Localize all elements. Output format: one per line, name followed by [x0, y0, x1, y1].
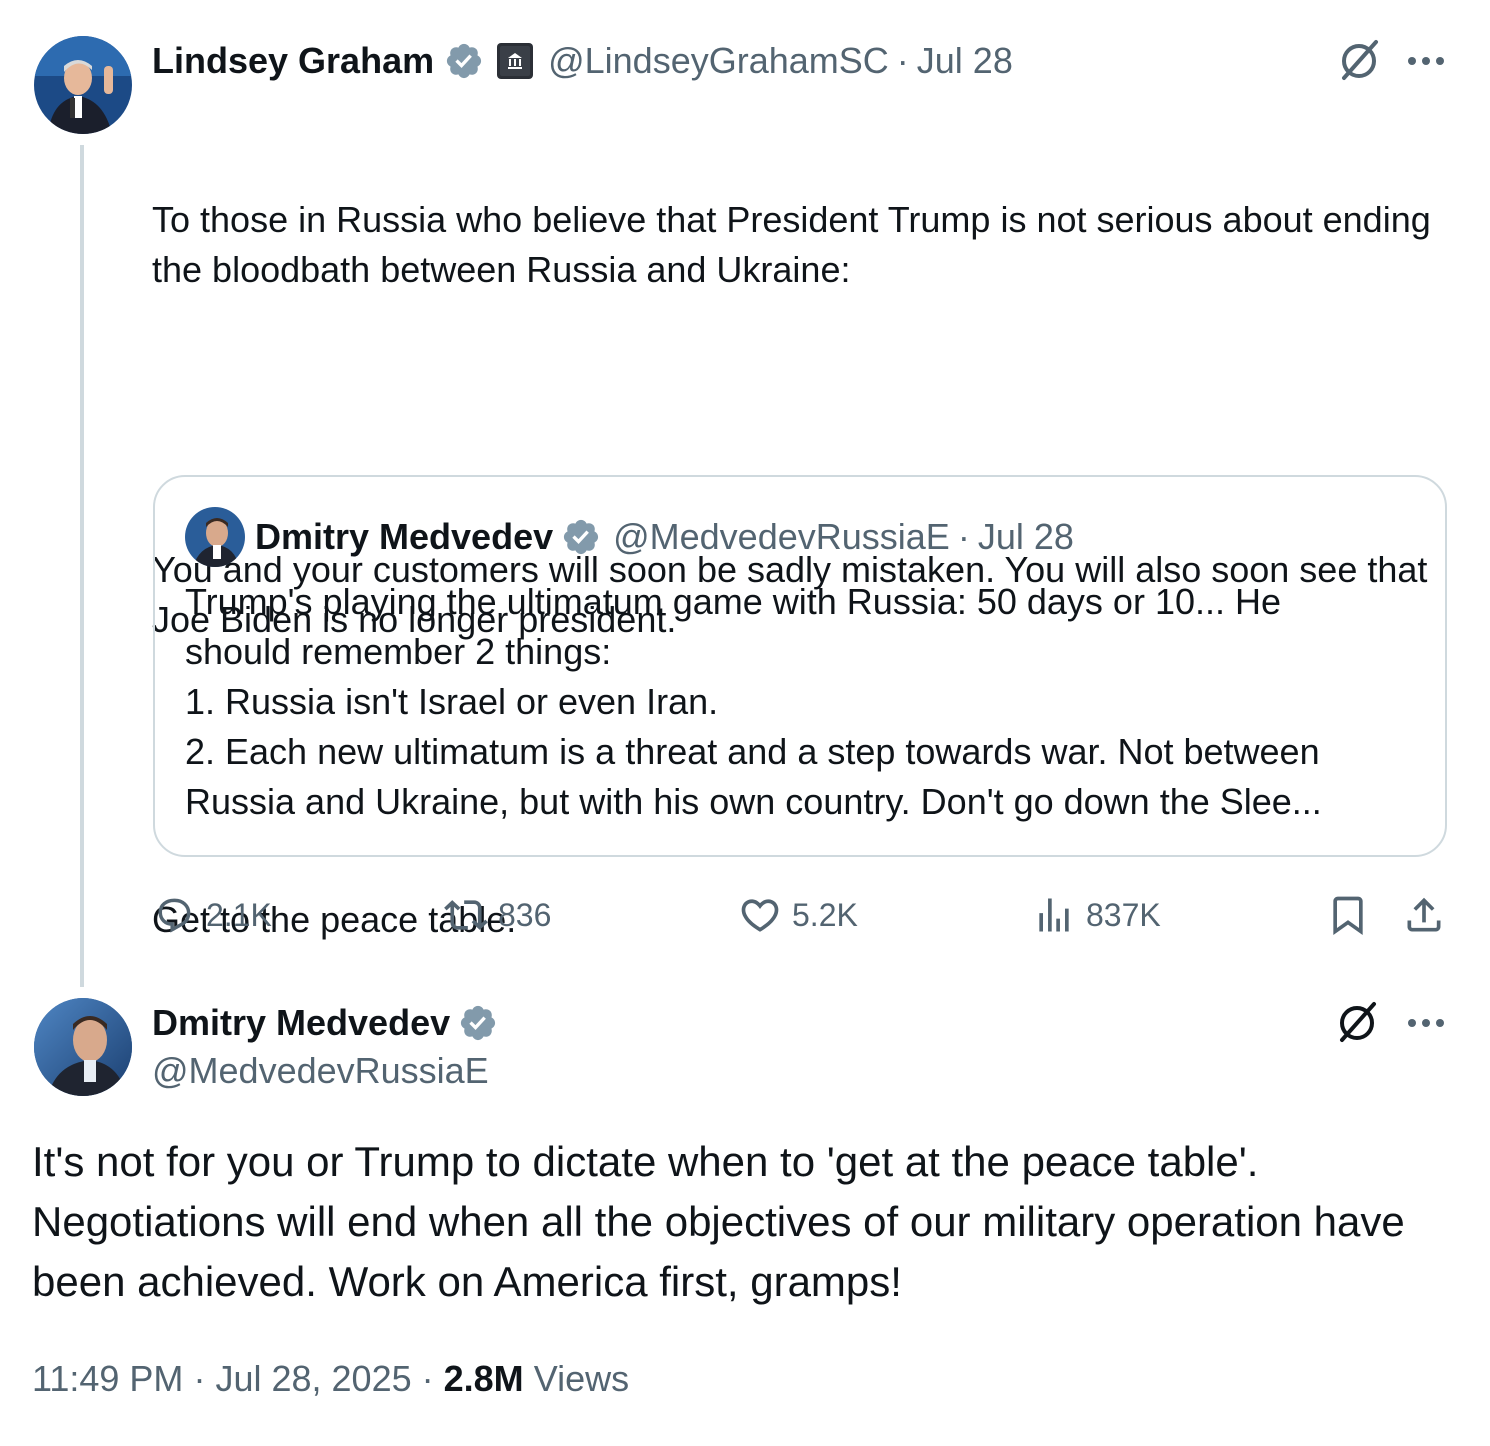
parent-header: Lindsey Graham @LindseyGrahamSC · Jul 28	[152, 38, 1013, 84]
separator-dot: ·	[896, 40, 909, 81]
separator-dot: ·	[193, 1358, 206, 1399]
views-label: Views	[533, 1358, 630, 1399]
medvedev-avatar-small	[185, 507, 245, 567]
quote-line: 1. Russia isn't Israel or even Iran.	[185, 681, 719, 722]
separator-dot: ·	[957, 516, 970, 557]
repost-button[interactable]: 836	[444, 888, 551, 942]
quoted-post-card[interactable]: Dmitry Medvedev @MedvedevRussiaE · Jul 2…	[153, 475, 1447, 857]
lindsey-graham-avatar[interactable]	[34, 36, 132, 134]
main-author-name[interactable]: Dmitry Medvedev	[152, 1002, 450, 1044]
views-button[interactable]: 837K	[1032, 888, 1161, 942]
quote-line: 2. Each new ultimatum is a threat and a …	[185, 731, 1320, 772]
post-full-date[interactable]: Jul 28, 2025	[215, 1358, 411, 1399]
medvedev-avatar[interactable]	[34, 998, 132, 1096]
government-affiliation-icon	[496, 42, 534, 80]
reply-button[interactable]: 2.1K	[152, 888, 272, 942]
more-options-icon[interactable]	[1404, 46, 1448, 81]
quote-line: Russia and Ukraine, but with his own cou…	[185, 781, 1322, 822]
quote-line: should remember 2 things:	[185, 631, 612, 672]
quote-text: Trump's playing the ultimatum game with …	[185, 577, 1435, 827]
post-time[interactable]: 11:49 PM	[32, 1358, 183, 1399]
quote-date[interactable]: Jul 28	[978, 516, 1074, 558]
views-count: 837K	[1086, 896, 1161, 933]
share-button[interactable]	[1402, 888, 1446, 942]
quote-line: Trump's playing the ultimatum game with …	[185, 581, 1282, 622]
bookmark-button[interactable]	[1326, 888, 1370, 942]
quote-author-handle[interactable]: @MedvedevRussiaE	[613, 516, 950, 558]
verified-badge-icon	[561, 517, 601, 557]
heart-icon	[741, 899, 779, 932]
repost-count: 836	[498, 896, 552, 933]
more-options-icon[interactable]	[1404, 1008, 1448, 1043]
author-handle[interactable]: @LindseyGrahamSC	[548, 40, 889, 82]
reply-count: 2.1K	[206, 896, 272, 933]
verified-badge-icon	[458, 1003, 498, 1043]
separator-dot: ·	[421, 1358, 434, 1399]
main-header: Dmitry Medvedev	[152, 1000, 498, 1046]
author-name[interactable]: Lindsey Graham	[152, 40, 434, 82]
bookmark-icon	[1333, 896, 1363, 936]
quote-header: Dmitry Medvedev @MedvedevRussiaE · Jul 2…	[255, 513, 1074, 561]
analytics-icon	[1039, 898, 1069, 932]
repost-icon	[444, 900, 488, 930]
grok-icon[interactable]	[1336, 38, 1382, 89]
quote-author-name[interactable]: Dmitry Medvedev	[255, 516, 553, 558]
reply-icon	[158, 898, 191, 933]
post-date[interactable]: Jul 28	[917, 40, 1013, 82]
like-count: 5.2K	[792, 896, 858, 933]
like-button[interactable]: 5.2K	[738, 888, 858, 942]
main-author-handle[interactable]: @MedvedevRussiaE	[152, 1050, 489, 1092]
grok-icon[interactable]	[1334, 1000, 1380, 1051]
views-count-total: 2.8M	[443, 1358, 524, 1399]
main-post-text: It's not for you or Trump to dictate whe…	[32, 1138, 1405, 1305]
share-icon	[1407, 897, 1441, 932]
verified-badge-icon	[444, 41, 484, 81]
post-meta: 11:49 PM · Jul 28, 2025 · 2.8M Views	[32, 1358, 629, 1400]
post-paragraph-1: To those in Russia who believe that Pres…	[152, 199, 1441, 290]
thread-line	[80, 145, 84, 987]
